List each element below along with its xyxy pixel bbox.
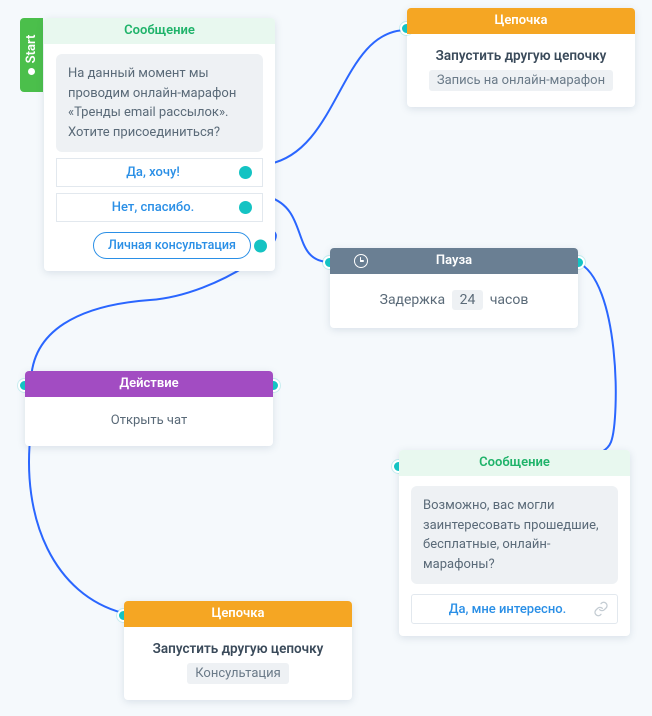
- action-body: Открыть чат: [25, 397, 273, 446]
- start-dot-icon: [28, 68, 35, 75]
- node-title-chain-bottom: Цепочка: [124, 601, 352, 627]
- option-no-label: Нет, спасибо.: [67, 200, 239, 215]
- pause-label-pre: Задержка: [380, 292, 445, 308]
- node-message-1[interactable]: Сообщение На данный момент мы проводим о…: [44, 18, 275, 271]
- node-title-action: Действие: [25, 371, 273, 397]
- option-interested[interactable]: Да, мне интересно.: [411, 594, 618, 624]
- node-title-chain: Цепочка: [407, 8, 635, 34]
- node-chain-bottom[interactable]: Цепочка Запустить другую цепочку Консуль…: [124, 601, 352, 700]
- pause-label-post: часов: [490, 292, 529, 308]
- message-bubble: На данный момент мы проводим онлайн-мара…: [56, 54, 263, 152]
- option-no-port[interactable]: [239, 201, 252, 214]
- option-yes[interactable]: Да, хочу!: [56, 158, 263, 187]
- option-no[interactable]: Нет, спасибо.: [56, 193, 263, 222]
- node-pause[interactable]: Пауза Задержка 24 часов: [330, 248, 578, 328]
- node-action[interactable]: Действие Открыть чат: [25, 371, 273, 446]
- node-title-pause: Пауза: [330, 248, 578, 274]
- pause-title-text: Пауза: [436, 253, 472, 268]
- option-yes-port[interactable]: [239, 166, 252, 179]
- option-interested-label: Да, мне интересно.: [422, 602, 593, 617]
- chain-top-chip: Запись на онлайн-марафон: [429, 70, 613, 91]
- chain-bottom-chip: Консультация: [187, 663, 288, 684]
- node-message-2[interactable]: Сообщение Возможно, вас могли заинтересо…: [399, 450, 630, 636]
- link-icon: [593, 601, 609, 617]
- chain-top-heading: Запустить другую цепочку: [419, 48, 623, 64]
- message-2-bubble: Возможно, вас могли заинтересовать проше…: [411, 486, 618, 584]
- option-yes-label: Да, хочу!: [67, 165, 239, 180]
- node-chain-top[interactable]: Цепочка Запустить другую цепочку Запись …: [407, 8, 635, 107]
- node-title-message-2: Сообщение: [399, 450, 630, 476]
- clock-icon: [354, 254, 368, 268]
- node-title-message: Сообщение: [44, 18, 275, 44]
- start-label: Start: [24, 35, 39, 64]
- option-consult-port[interactable]: [254, 239, 267, 252]
- chain-bottom-heading: Запустить другую цепочку: [136, 641, 340, 657]
- option-consult-pill[interactable]: Личная консультация: [93, 232, 251, 259]
- start-tab: Start: [20, 18, 43, 92]
- pause-body: Задержка 24 часов: [330, 274, 578, 328]
- pause-value: 24: [452, 290, 484, 310]
